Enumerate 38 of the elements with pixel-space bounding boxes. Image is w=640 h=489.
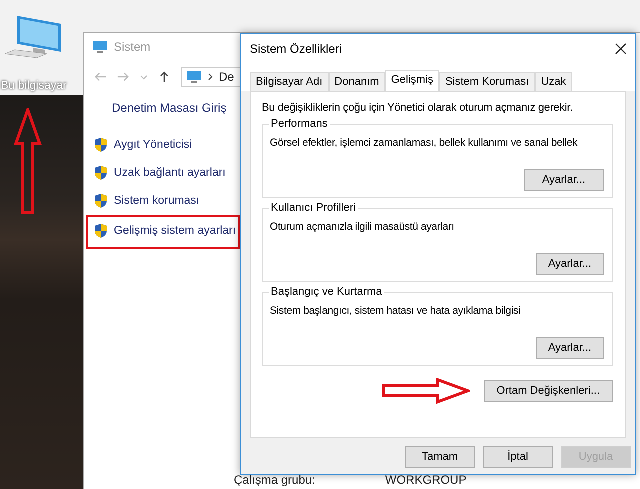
notice-text: Bu değişikliklerin çoğu için Yönetici olarak oturum açmanız gerekir.	[262, 102, 574, 114]
group-description: Oturum açmanızla ilgili masaüstü ayarları	[270, 221, 456, 233]
shield-icon	[94, 223, 108, 239]
shield-icon	[94, 193, 108, 209]
detail-value: WORKGROUP	[385, 473, 467, 487]
group-title: Performans	[269, 118, 330, 130]
tab[interactable]: Donanım	[328, 72, 386, 91]
dialog-button[interactable]: İptal	[483, 446, 553, 468]
group-description: Görsel efektler, işlemci zamanlaması, bellek kullanımı ve sanal bellek	[270, 137, 579, 149]
caret-icon[interactable]	[140, 74, 148, 80]
monitor-icon	[92, 40, 108, 54]
settings-button[interactable]: Ayarlar...	[536, 337, 604, 359]
tab[interactable]: Gelişmiş	[385, 70, 440, 91]
window-title: Sistem	[114, 40, 151, 54]
settings-link[interactable]: Gelişmiş sistem ayarları	[114, 225, 236, 237]
dialog-button[interactable]: Tamam	[405, 446, 475, 468]
shield-icon	[94, 137, 108, 153]
group-title: Başlangıç ve Kurtarma	[269, 286, 384, 298]
control-panel-link[interactable]: Denetim Masası Giriş	[86, 101, 240, 115]
detail-label: Çalışma grubu:	[234, 473, 316, 487]
group-description: Sistem başlangıcı, sistem hatası ve hata ayıklama bilgisi	[270, 305, 522, 317]
tab[interactable]: Bilgisayar Adı	[250, 72, 329, 91]
shield-icon	[94, 165, 108, 181]
desktop-icon-label[interactable]: Bu bilgisayar	[1, 80, 67, 92]
settings-button[interactable]: Ayarlar...	[524, 169, 604, 191]
settings-button[interactable]: Ayarlar...	[536, 253, 604, 275]
environment-variables-button[interactable]: Ortam Değişkenleri...	[484, 380, 613, 402]
close-icon[interactable]	[615, 43, 627, 55]
settings-link[interactable]: Sistem koruması	[114, 195, 200, 207]
dialog-title: Sistem Özellikleri	[250, 42, 342, 56]
settings-link[interactable]: Uzak bağlantı ayarları	[114, 167, 226, 179]
forward-arrow-icon[interactable]	[117, 71, 130, 83]
tab[interactable]: Uzak	[535, 72, 572, 91]
group-title: Kullanıcı Profilleri	[269, 202, 358, 214]
back-arrow-icon[interactable]	[94, 71, 107, 83]
settings-link[interactable]: Aygıt Yöneticisi	[114, 139, 192, 151]
tab[interactable]: Sistem Koruması	[439, 72, 536, 91]
up-arrow-icon[interactable]	[158, 71, 171, 83]
